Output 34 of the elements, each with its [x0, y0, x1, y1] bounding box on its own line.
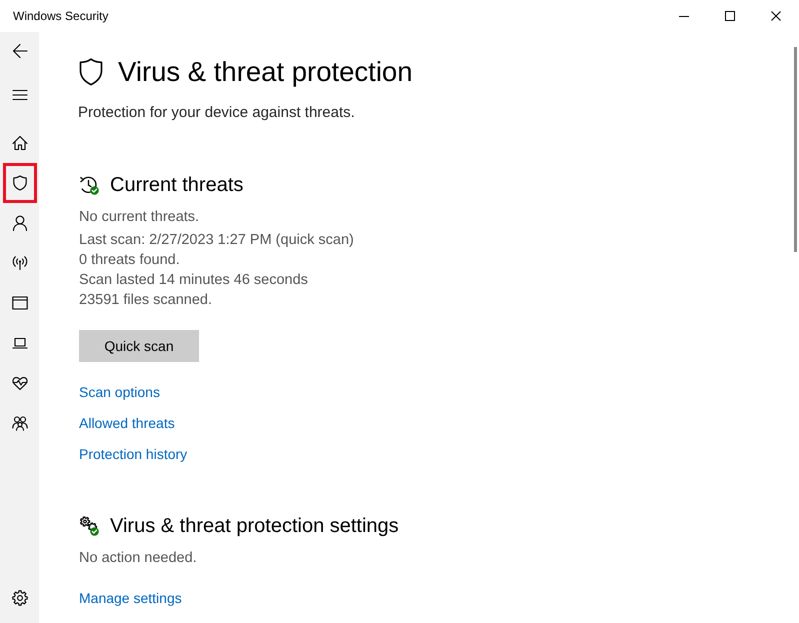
house-icon	[12, 135, 28, 151]
heart-pulse-icon	[12, 375, 28, 391]
window-title: Windows Security	[13, 9, 108, 23]
scan-detail-text: Scan lasted 14 minutes 46 seconds	[79, 271, 309, 290]
page-title: Virus & threat protection	[118, 56, 413, 88]
scrollbar-thumb[interactable]	[794, 47, 797, 252]
scan-detail-text: 0 threats found.	[79, 251, 181, 270]
antenna-icon	[12, 255, 28, 271]
section-link[interactable]: Allowed threats	[79, 413, 175, 433]
laptop-icon	[12, 335, 28, 351]
nav-item[interactable]	[3, 163, 37, 203]
scan-button[interactable]: Quick scan	[79, 330, 199, 362]
settings-icon	[12, 590, 28, 606]
shield-icon	[12, 175, 28, 191]
close-icon	[771, 11, 781, 21]
section-title: Virus & threat protection settings	[110, 514, 399, 539]
people-icon	[12, 415, 28, 431]
section-title: Current threats	[110, 173, 244, 198]
clock-check-icon	[79, 175, 99, 195]
gears-check-icon	[79, 516, 99, 536]
section-link[interactable]: Scan options	[79, 382, 160, 402]
page-subtitle: Protection for your device against threats.	[78, 103, 356, 123]
menu-icon	[12, 87, 28, 103]
status-text: No current threats.	[79, 208, 200, 227]
section-link[interactable]: Manage settings	[79, 588, 182, 608]
person-icon	[12, 215, 28, 231]
scan-detail-text: 23591 files scanned.	[79, 291, 214, 310]
section-link[interactable]: Protection history	[79, 444, 188, 464]
maximize-icon	[725, 11, 735, 21]
browser-window-icon	[12, 295, 28, 311]
shield-icon	[79, 58, 103, 86]
left-arrow-icon	[12, 43, 28, 59]
status-text: No action needed.	[79, 549, 198, 568]
scan-detail-text: Last scan: 2/27/2023 1:27 PM (quick scan)	[79, 231, 355, 250]
